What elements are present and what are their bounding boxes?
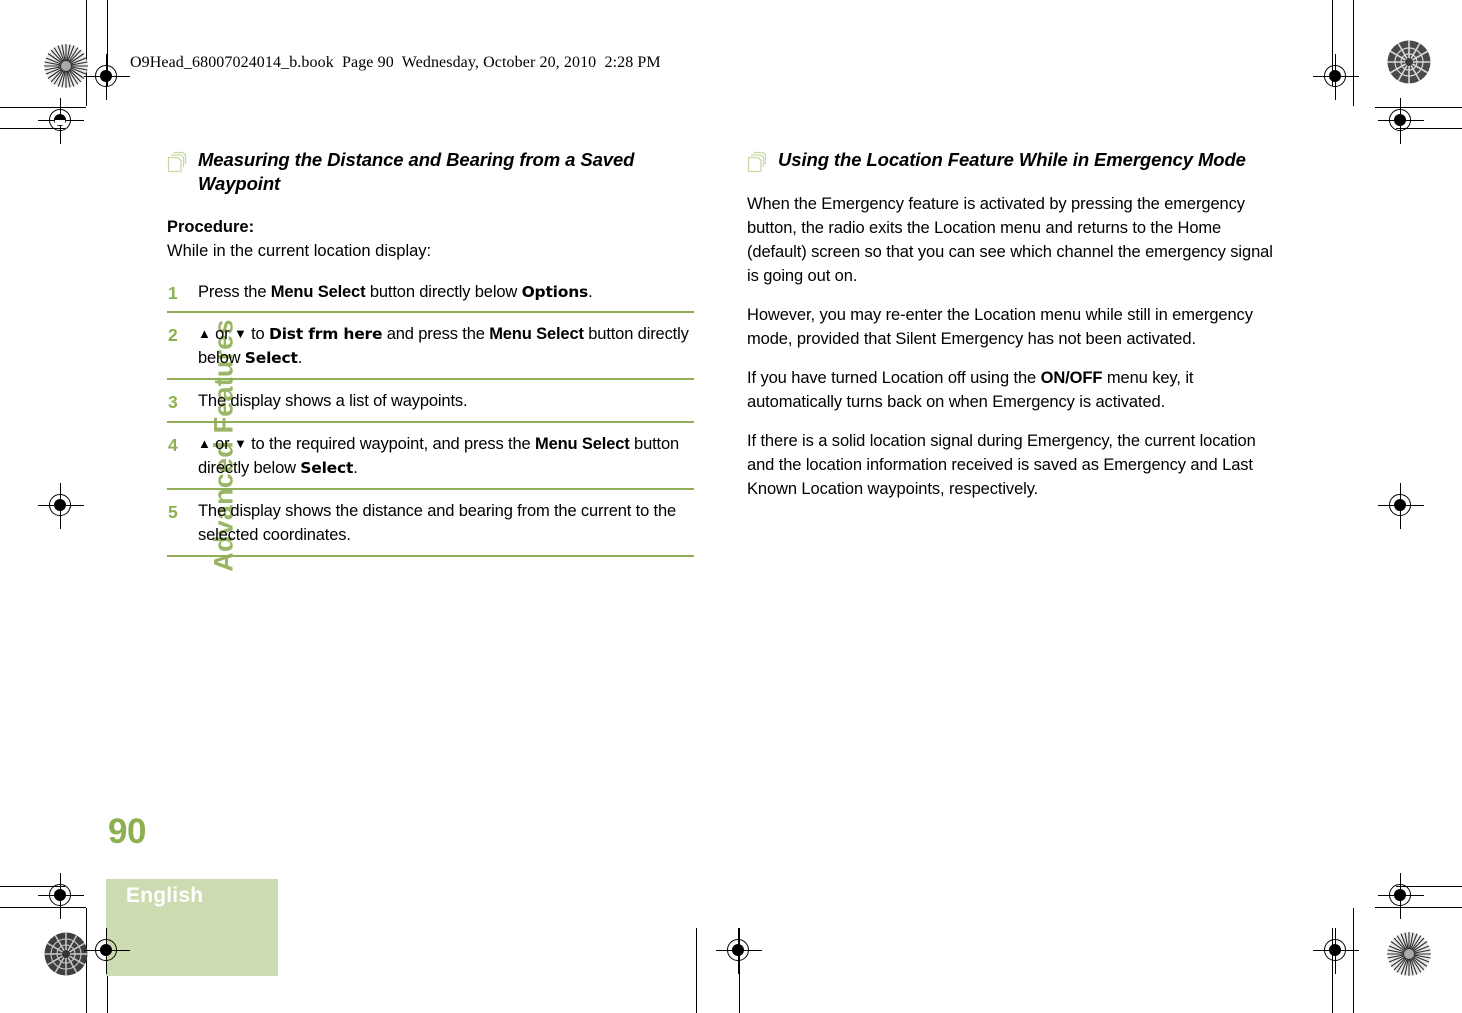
procedure-step: 4 ▲ or ▼ to the required waypoint, and pr… bbox=[167, 433, 694, 491]
step-number: 5 bbox=[168, 502, 178, 523]
registration-mark-top-right bbox=[1313, 54, 1359, 100]
starburst-density-mark-bottom-left bbox=[44, 932, 88, 976]
stacked-pages-icon bbox=[167, 151, 187, 173]
registration-mark-bottom-left bbox=[38, 873, 84, 919]
step-text: ▲ or ▼ to Dist frm here and press the Me… bbox=[198, 325, 689, 368]
left-section-heading: Measuring the Distance and Bearing from … bbox=[167, 148, 694, 195]
book-file-header: O9Head_68007024014_b.book Page 90 Wednes… bbox=[130, 54, 661, 71]
registration-mark-top-right-inner bbox=[1378, 98, 1424, 144]
registration-mark-top-left bbox=[38, 98, 84, 144]
body-paragraph: However, you may re-enter the Location m… bbox=[747, 305, 1253, 349]
right-content-column: Using the Location Feature While in Emer… bbox=[747, 148, 1274, 517]
registration-mark-middle-right bbox=[1378, 483, 1424, 529]
starburst-density-mark-bottom-right bbox=[1387, 932, 1431, 976]
procedure-step: 5 The display shows the distance and bear… bbox=[167, 500, 694, 557]
step-text: ▲ or ▼ to the required waypoint, and pre… bbox=[198, 435, 680, 478]
procedure-step: 3 The display shows a list of waypoints. bbox=[167, 390, 694, 424]
step-number: 4 bbox=[168, 435, 178, 456]
left-content-column: Measuring the Distance and Bearing from … bbox=[167, 148, 694, 567]
right-paragraph-list: When the Emergency feature is activated … bbox=[747, 192, 1274, 502]
procedure-label: Procedure: bbox=[167, 218, 255, 237]
stacked-pages-icon bbox=[747, 151, 767, 173]
body-paragraph: If there is a solid location signal duri… bbox=[747, 432, 1256, 499]
step-number: 3 bbox=[168, 392, 178, 413]
registration-mark-bottom-right-inner bbox=[1378, 873, 1424, 919]
body-paragraph: If you have turned Location off using th… bbox=[747, 369, 1194, 412]
procedure-steps-list: 1 Press the Menu Select button directly b… bbox=[167, 281, 694, 557]
registration-mark-bottom-center bbox=[716, 928, 762, 974]
page-number: 90 bbox=[108, 812, 146, 851]
registration-mark-bottom-right bbox=[1313, 928, 1359, 974]
procedure-intro: While in the current location display: bbox=[167, 242, 432, 261]
procedure-step: 1 Press the Menu Select button directly b… bbox=[167, 281, 694, 314]
trim-line-bottom-center-left bbox=[696, 928, 697, 1013]
right-section-heading: Using the Location Feature While in Emer… bbox=[747, 148, 1274, 173]
right-section-heading-text: Using the Location Feature While in Emer… bbox=[778, 149, 1246, 170]
body-paragraph: When the Emergency feature is activated … bbox=[747, 194, 1273, 285]
step-text: Press the Menu Select button directly be… bbox=[198, 282, 593, 301]
starburst-density-mark-top-left bbox=[44, 44, 88, 88]
step-number: 1 bbox=[168, 282, 178, 303]
registration-mark-bottom-left-inner bbox=[84, 928, 130, 974]
step-text: The display shows the distance and beari… bbox=[198, 502, 677, 544]
registration-mark-middle-left bbox=[38, 483, 84, 529]
step-text: The display shows a list of waypoints. bbox=[198, 392, 468, 411]
registration-mark-top-left-inner bbox=[84, 54, 130, 100]
left-section-heading-text: Measuring the Distance and Bearing from … bbox=[198, 149, 635, 194]
step-number: 2 bbox=[168, 325, 178, 346]
language-label: English bbox=[126, 884, 204, 907]
procedure-step: 2 ▲ or ▼ to Dist frm here and press the M… bbox=[167, 323, 694, 381]
starburst-density-mark-top-right bbox=[1387, 40, 1431, 84]
